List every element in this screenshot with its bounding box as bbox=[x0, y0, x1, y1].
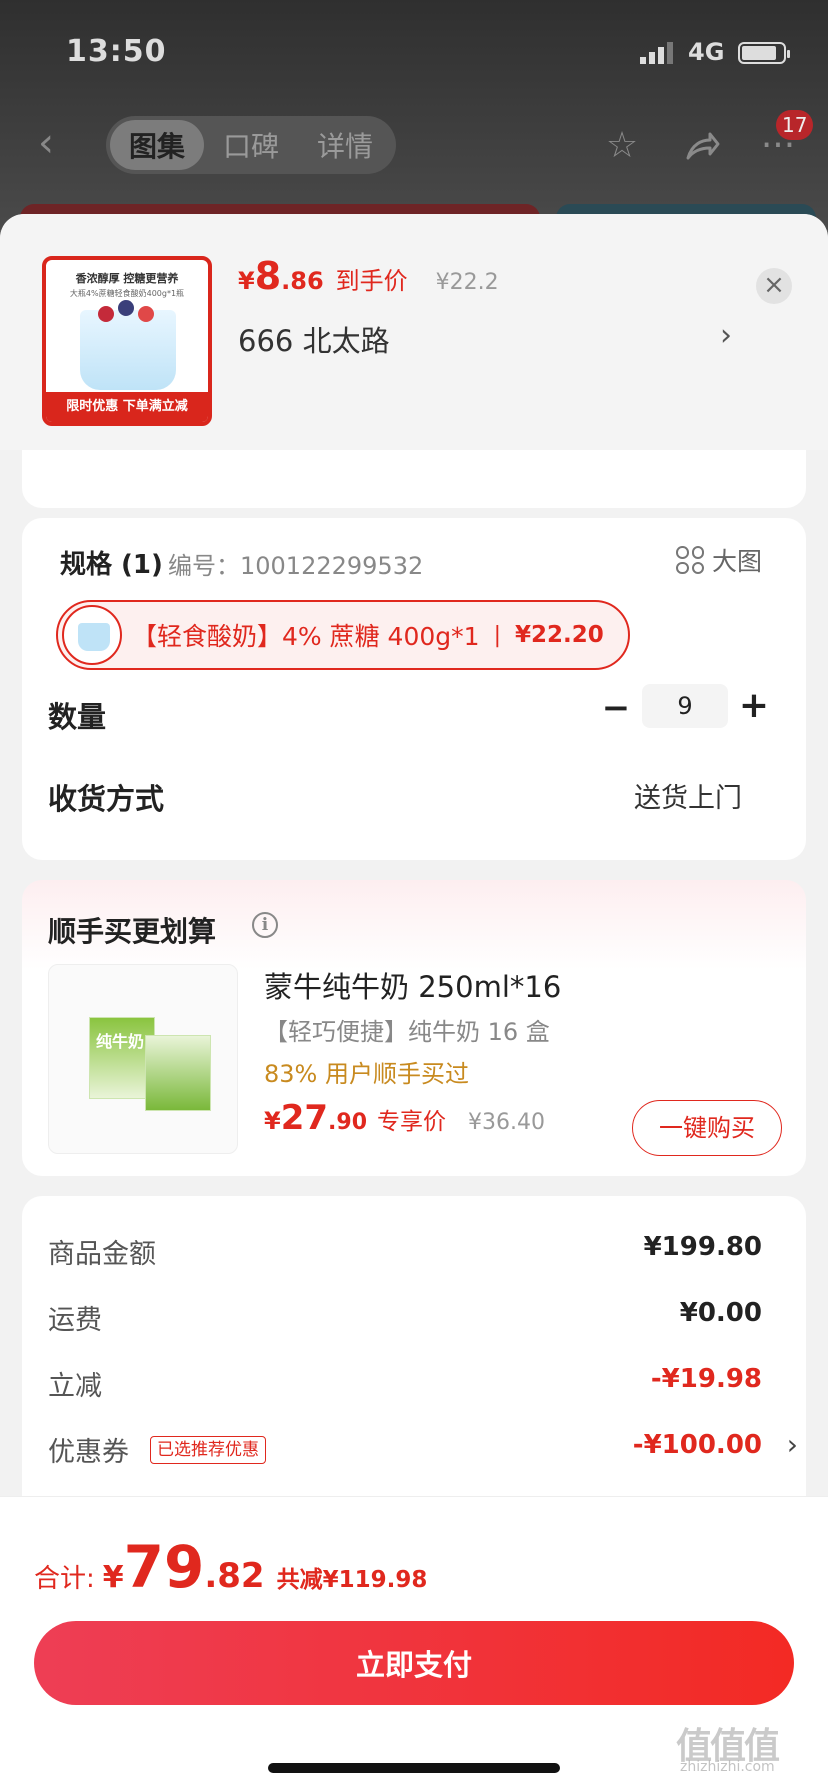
summary-value: -¥100.00 bbox=[632, 1430, 762, 1460]
battery-icon bbox=[738, 42, 790, 64]
price-decimal: .86 bbox=[281, 267, 324, 295]
big-image-button[interactable]: 大图 bbox=[676, 542, 762, 578]
milk-box-text: 纯牛奶 bbox=[96, 1032, 145, 1051]
total-currency: ¥ bbox=[102, 1560, 124, 1595]
coupon-tag: 已选推荐优惠 bbox=[150, 1436, 266, 1464]
info-icon[interactable]: i bbox=[252, 912, 278, 938]
upsell-price-integer: 27 bbox=[280, 1098, 329, 1138]
summary-value: ¥0.00 bbox=[679, 1298, 762, 1328]
price-line: ¥ 8 .86 到手价 ¥22.2 bbox=[238, 254, 499, 314]
one-click-buy-button[interactable]: 一键购买 bbox=[632, 1100, 782, 1156]
product-thumbnail[interactable]: 香浓醇厚 控糖更营养 大瓶4%蔗糖轻食酸奶400g*1瓶 限时优惠 下单满立减 bbox=[42, 256, 212, 426]
tab-details[interactable]: 详情 bbox=[298, 120, 392, 170]
upsell-price-currency: ¥ bbox=[264, 1107, 281, 1135]
summary-row-shipping: 运费 ¥0.00 bbox=[48, 1292, 780, 1336]
grid-icon bbox=[676, 546, 704, 574]
network-type: 4G bbox=[688, 38, 725, 66]
upsell-title: 顺手买更划算 bbox=[48, 915, 217, 948]
upsell-price-label: 专享价 bbox=[377, 1109, 447, 1135]
summary-label: 优惠券 bbox=[48, 1437, 129, 1468]
summary-row-goods: 商品金额 ¥199.80 bbox=[48, 1226, 780, 1270]
status-bar: 13:50 4G bbox=[0, 0, 828, 100]
home-indicator[interactable] bbox=[268, 1763, 560, 1773]
price-currency: ¥ bbox=[238, 267, 255, 295]
thumb-title: 香浓醇厚 控糖更营养 bbox=[75, 272, 179, 285]
checkout-footer: 合计: ¥ 79 .82 共减¥119.98 立即支付 值值值 zhizhizh… bbox=[0, 1496, 828, 1792]
summary-label: 商品金额 bbox=[48, 1239, 156, 1270]
spec-option-thumbnail bbox=[62, 605, 122, 665]
spec-option-selected[interactable]: 【轻食酸奶】4% 蔗糖 400g*1 | ¥22.20 bbox=[56, 600, 630, 670]
summary-value: ¥199.80 bbox=[643, 1232, 762, 1262]
thumb-banner: 限时优惠 下单满立减 bbox=[46, 392, 208, 422]
spec-option-separator: | bbox=[493, 622, 501, 648]
chevron-right-icon[interactable]: › bbox=[720, 318, 732, 353]
nav-bar: ‹ 图集 口碑 详情 ☆ ··· 17 bbox=[0, 110, 828, 180]
total-integer: 79 bbox=[123, 1533, 205, 1601]
signal-icon bbox=[640, 42, 673, 64]
price-integer: 8 bbox=[254, 254, 282, 298]
milk-box-image bbox=[145, 1035, 211, 1111]
thumb-subtitle: 大瓶4%蔗糖轻食酸奶400g*1瓶 bbox=[69, 289, 185, 298]
price-label: 到手价 bbox=[335, 267, 408, 295]
tab-segment: 图集 口碑 详情 bbox=[106, 116, 396, 174]
berry-decoration bbox=[138, 306, 154, 322]
delivery-address[interactable]: 666 北太路 bbox=[238, 318, 390, 360]
tab-reviews[interactable]: 口碑 bbox=[204, 120, 298, 170]
upsell-price: ¥ 27 .90 专享价 ¥36.40 bbox=[264, 1098, 545, 1138]
upsell-rate: 83% 用户顺手买过 bbox=[264, 1060, 469, 1088]
upsell-card: 顺手买更划算 i 纯牛奶 蒙牛纯牛奶 250ml*16 【轻巧便捷】纯牛奶 16… bbox=[22, 880, 806, 1176]
summary-value: -¥19.98 bbox=[650, 1364, 762, 1394]
summary-row-coupon[interactable]: 优惠券 已选推荐优惠 -¥100.00 › bbox=[48, 1424, 798, 1468]
spec-title: 规格 (1) bbox=[60, 550, 163, 580]
summary-label: 立减 bbox=[48, 1371, 102, 1402]
spec-card: 规格 (1) 编号：100122299532 大图 【轻食酸奶】4% 蔗糖 40… bbox=[22, 518, 806, 860]
close-icon[interactable]: × bbox=[756, 268, 792, 304]
plus-icon[interactable]: + bbox=[736, 682, 772, 730]
spec-option-price: ¥22.20 bbox=[514, 622, 604, 648]
big-image-label: 大图 bbox=[712, 547, 763, 576]
tab-gallery[interactable]: 图集 bbox=[110, 120, 204, 170]
quantity-label: 数量 bbox=[48, 700, 107, 734]
spec-option-text: 【轻食酸奶】4% 蔗糖 400g*1 bbox=[132, 622, 480, 651]
message-badge: 17 bbox=[776, 110, 814, 140]
spec-code: 编号：100122299532 bbox=[168, 552, 424, 580]
shipping-label: 收货方式 bbox=[48, 782, 165, 816]
back-icon[interactable]: ‹ bbox=[38, 120, 78, 166]
total-line: 合计: ¥ 79 .82 共减¥119.98 bbox=[34, 1533, 427, 1601]
summary-label: 运费 bbox=[48, 1305, 102, 1336]
upsell-description: 【轻巧便捷】纯牛奶 16 盒 bbox=[264, 1018, 550, 1046]
total-savings: 共减¥119.98 bbox=[276, 1567, 428, 1593]
upsell-original-price: ¥36.40 bbox=[468, 1110, 545, 1135]
berry-decoration bbox=[118, 300, 134, 316]
total-label: 合计: bbox=[34, 1564, 95, 1594]
berry-decoration bbox=[98, 306, 114, 322]
original-price: ¥22.2 bbox=[435, 270, 499, 295]
minus-icon[interactable]: − bbox=[598, 684, 634, 732]
nav-actions: ☆ ··· 17 bbox=[600, 110, 814, 168]
total-decimal: .82 bbox=[204, 1556, 265, 1596]
pay-now-button[interactable]: 立即支付 bbox=[34, 1621, 794, 1705]
upsell-price-decimal: .90 bbox=[328, 1110, 368, 1135]
summary-row-discount: 立减 -¥19.98 bbox=[48, 1358, 780, 1402]
shipping-value[interactable]: 送货上门 bbox=[634, 776, 742, 815]
sheet-header: 香浓醇厚 控糖更营养 大瓶4%蔗糖轻食酸奶400g*1瓶 限时优惠 下单满立减 … bbox=[0, 214, 828, 450]
summary-card: 商品金额 ¥199.80 运费 ¥0.00 立减 -¥19.98 优惠券 已选推… bbox=[22, 1196, 806, 1496]
quantity-input[interactable] bbox=[642, 684, 728, 728]
upsell-product-image[interactable]: 纯牛奶 bbox=[48, 964, 238, 1154]
share-icon[interactable] bbox=[680, 124, 724, 168]
watermark-site: zhizhizhi.com bbox=[680, 1759, 775, 1775]
status-time: 13:50 bbox=[66, 34, 167, 69]
star-icon[interactable]: ☆ bbox=[600, 124, 644, 168]
yogurt-cup-image bbox=[80, 310, 176, 390]
chevron-right-icon[interactable]: › bbox=[787, 1428, 798, 1461]
upsell-name[interactable]: 蒙牛纯牛奶 250ml*16 bbox=[264, 964, 561, 1006]
